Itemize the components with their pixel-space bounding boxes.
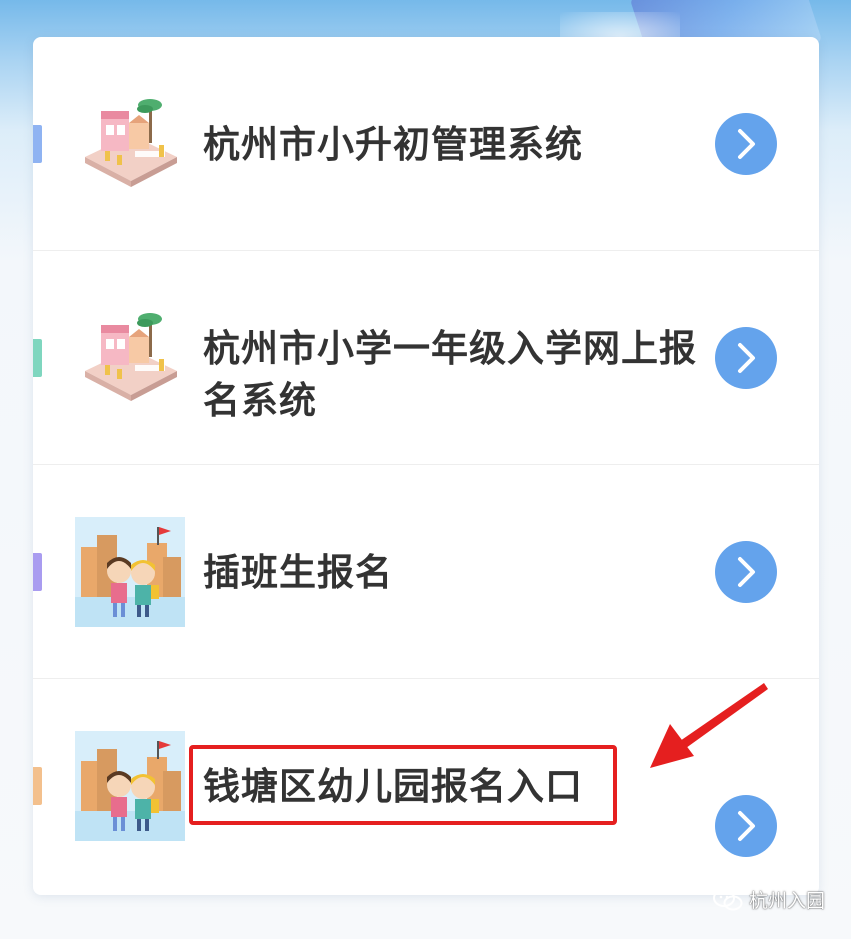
list-item-transfer-student[interactable]: 插班生报名 [33, 465, 819, 679]
chevron-right-icon[interactable] [715, 541, 777, 603]
item-label: 杭州市小学一年级入学网上报名系统 [203, 327, 697, 422]
chevron-right-icon[interactable] [715, 113, 777, 175]
item-label: 插班生报名 [203, 551, 393, 594]
list-item-xiaoshengchu[interactable]: 杭州市小升初管理系统 [33, 37, 819, 251]
list-item-primary-school-registration[interactable]: 杭州市小学一年级入学网上报名系统 [33, 251, 819, 465]
item-accent-bar [33, 339, 42, 377]
chevron-right-icon[interactable] [715, 327, 777, 389]
chevron-right-icon[interactable] [715, 795, 777, 857]
account-watermark: 杭州入园 [712, 886, 825, 913]
wechat-icon [712, 888, 743, 910]
highlight-annotation-box [189, 745, 617, 825]
item-accent-bar [33, 553, 42, 591]
item-accent-bar [33, 767, 42, 805]
shop-street-illustration-icon [75, 89, 185, 199]
kids-walking-illustration-icon [75, 731, 185, 841]
watermark-text: 杭州入园 [748, 890, 825, 912]
item-accent-bar [33, 125, 42, 163]
shop-street-illustration-icon [75, 303, 185, 413]
item-label: 杭州市小升初管理系统 [203, 123, 583, 166]
kids-walking-illustration-icon [75, 517, 185, 627]
